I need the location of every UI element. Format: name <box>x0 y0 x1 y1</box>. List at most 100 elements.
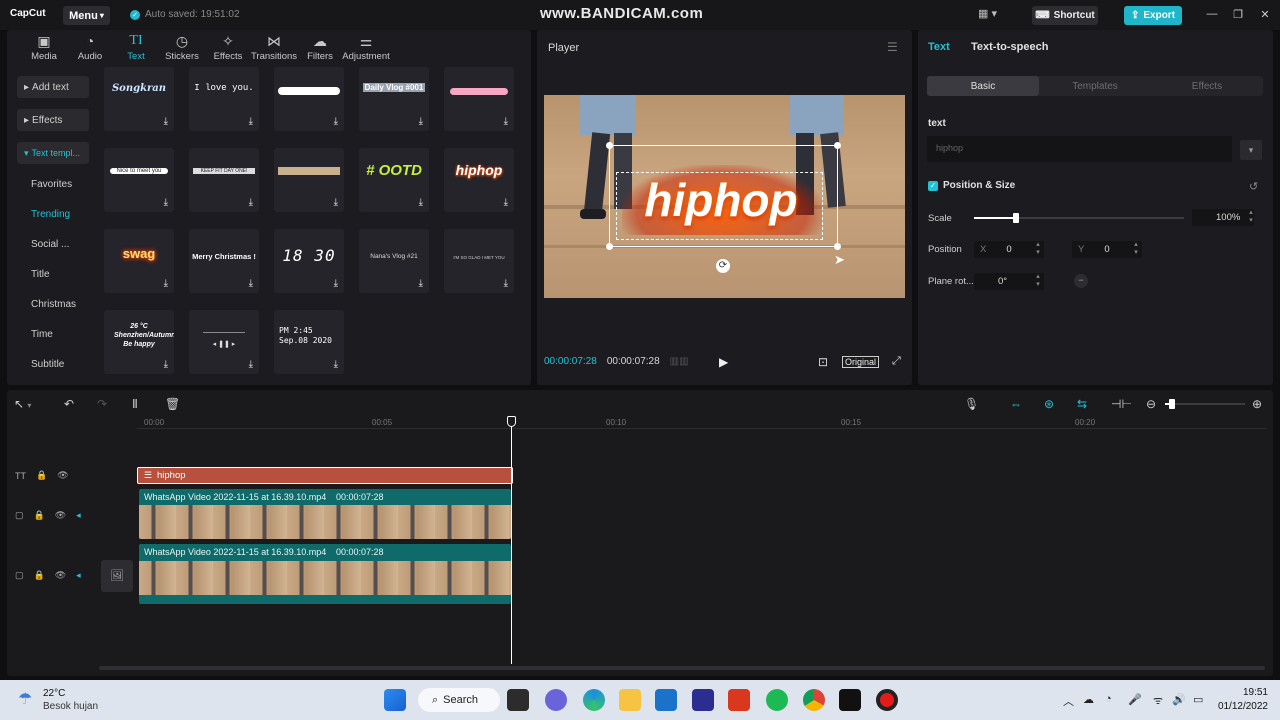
download-icon[interactable]: ⤓ <box>334 359 338 370</box>
template-tile[interactable]: hiphop ⤓ <box>444 148 514 212</box>
tool-stickers[interactable]: ◷ Stickers <box>159 30 205 66</box>
rotate-handle-icon[interactable]: ⟳ <box>716 259 730 273</box>
template-tile[interactable]: swag ⤓ <box>104 229 174 293</box>
clock-time[interactable]: 19:51 <box>1218 687 1268 698</box>
lock-icon[interactable]: 🔒 <box>34 510 45 521</box>
zoom-in-icon[interactable]: ⊕ <box>1252 397 1262 411</box>
download-icon[interactable]: ⤓ <box>419 116 423 127</box>
playhead-handle[interactable] <box>507 416 516 427</box>
office-icon[interactable] <box>728 689 750 711</box>
sidenav-text-templates[interactable]: ▾ Text templ... <box>17 142 89 164</box>
bandicam-icon[interactable] <box>876 689 898 711</box>
seg-effects[interactable]: Effects <box>1151 76 1263 96</box>
fullscreen-crop-icon[interactable]: ⊡ <box>818 355 828 369</box>
speaker-icon[interactable]: ◂ <box>76 510 81 521</box>
template-tile[interactable]: ⤓ <box>274 148 344 212</box>
mic-tray-icon[interactable]: 🎤 <box>1128 693 1142 706</box>
split-icon[interactable]: Ⅱ <box>132 397 138 411</box>
microphone-icon[interactable]: 🎙 <box>964 397 979 411</box>
wifi-icon[interactable]: ᯤ <box>1153 693 1163 708</box>
hamburger-icon[interactable]: ☰ <box>887 40 898 54</box>
volume-tray-icon[interactable]: ◔ <box>1105 693 1112 705</box>
clock-date[interactable]: 01/12/2022 <box>1208 701 1268 712</box>
rotation-dial-icon[interactable]: − <box>1074 274 1088 288</box>
minimize-icon[interactable]: — <box>1204 8 1220 22</box>
rotation-stepper-icon[interactable]: ▴ ▾ <box>1033 273 1043 290</box>
video-preview[interactable]: hiphop ⟳ ➤ <box>544 95 905 298</box>
speaker-icon[interactable]: ◂ <box>76 570 81 581</box>
category-subtitle[interactable]: Subtitle <box>17 349 89 379</box>
store-icon[interactable] <box>692 689 714 711</box>
preview-axis-icon[interactable]: ⊣⊢ <box>1111 397 1132 411</box>
template-tile[interactable]: ⤓ <box>274 67 344 131</box>
template-tile[interactable]: 18 30 ⤓ <box>274 229 344 293</box>
reset-icon[interactable]: ↺ <box>1249 180 1258 193</box>
linkage-icon[interactable]: ⇆ <box>1077 397 1087 411</box>
eye-icon[interactable]: 👁 <box>55 510 66 521</box>
mail-icon[interactable] <box>655 689 677 711</box>
download-icon[interactable]: ⤓ <box>504 116 508 127</box>
download-icon[interactable]: ⤓ <box>419 278 423 289</box>
text-clip[interactable]: ☰ hiphop <box>137 467 513 484</box>
eye-icon[interactable]: 👁 <box>55 570 66 581</box>
category-time[interactable]: Time <box>17 319 89 349</box>
video-clip[interactable]: WhatsApp Video 2022-11-15 at 16.39.10.mp… <box>139 544 511 604</box>
resize-handle[interactable] <box>606 142 613 149</box>
download-icon[interactable]: ⤓ <box>504 278 508 289</box>
play-icon[interactable]: ▶ <box>719 355 728 369</box>
speaker-tray-icon[interactable]: 🔊 <box>1172 693 1186 706</box>
x-stepper-icon[interactable]: ▴ ▾ <box>1033 241 1043 258</box>
playhead[interactable] <box>511 418 512 664</box>
seg-templates[interactable]: Templates <box>1039 76 1151 96</box>
download-icon[interactable]: ⤓ <box>164 278 168 289</box>
text-content-input[interactable]: hiphop <box>927 136 1232 162</box>
weather-desc[interactable]: Besok hujan <box>43 701 98 712</box>
timeline-grid-icon[interactable]: ▥▥ <box>670 356 689 367</box>
seg-basic[interactable]: Basic <box>927 76 1039 96</box>
auto-snapping-icon[interactable]: ⊛ <box>1044 397 1054 411</box>
zoom-out-icon[interactable]: ⊖ <box>1146 397 1156 411</box>
main-track-magnet-icon[interactable]: ⇔ <box>1010 397 1022 411</box>
download-icon[interactable]: ⤓ <box>249 197 253 208</box>
file-explorer-icon[interactable] <box>619 689 641 711</box>
export-button[interactable]: ⇪ Export <box>1124 6 1182 25</box>
lock-icon[interactable]: 🔒 <box>34 570 45 581</box>
network-sync-icon[interactable]: ☁ <box>1083 693 1094 706</box>
resize-handle[interactable] <box>834 142 841 149</box>
battery-icon[interactable]: ▭ <box>1193 693 1203 706</box>
timeline-scrollbar[interactable] <box>99 666 1265 670</box>
eye-icon[interactable]: 👁 <box>57 470 68 481</box>
download-icon[interactable]: ⤓ <box>334 197 338 208</box>
template-tile[interactable]: ◂ ❚❚ ▸ ⤓ <box>189 310 259 374</box>
tool-audio[interactable]: ◔ Audio <box>67 30 113 66</box>
download-icon[interactable]: ⤓ <box>164 197 168 208</box>
y-stepper-icon[interactable]: ▴ ▾ <box>1131 241 1141 258</box>
template-tile[interactable]: 26 °C Shenzhen/Autumn Be happy ⤓ <box>104 310 174 374</box>
download-icon[interactable]: ⤓ <box>164 116 168 127</box>
shortcut-button[interactable]: ⌨ Shortcut <box>1032 6 1098 25</box>
layout-icon[interactable]: ▦ ▾ <box>978 7 1004 23</box>
template-tile[interactable]: Nana's Vlog #21 ⤓ <box>359 229 429 293</box>
template-tile[interactable]: Daily Vlog #001 ⤓ <box>359 67 429 131</box>
resize-handle[interactable] <box>606 243 613 250</box>
task-view-icon[interactable] <box>507 689 529 711</box>
chat-icon[interactable] <box>545 689 567 711</box>
ratio-original-button[interactable]: Original <box>842 356 880 368</box>
windows-start-icon[interactable] <box>384 689 406 711</box>
tool-effects[interactable]: ✧ Effects <box>205 30 251 66</box>
tool-transitions[interactable]: ⋈ Transitions <box>251 30 297 66</box>
tool-media[interactable]: ▣ Media <box>21 30 67 66</box>
edge-icon[interactable] <box>583 689 605 711</box>
undo-icon[interactable]: ↶ <box>64 397 74 411</box>
scale-slider[interactable] <box>974 213 1184 223</box>
checkbox-checked-icon[interactable]: ✓ <box>928 180 938 191</box>
resize-handle[interactable] <box>834 243 841 250</box>
download-icon[interactable]: ⤓ <box>249 359 253 370</box>
template-tile[interactable]: Nice to meet you ⤓ <box>104 148 174 212</box>
download-icon[interactable]: ⤓ <box>334 116 338 127</box>
redo-icon[interactable]: ↷ <box>97 397 107 411</box>
sidenav-effects[interactable]: ▸ Effects <box>17 109 89 131</box>
template-tile[interactable]: Songkran ⤓ <box>104 67 174 131</box>
weather-temp[interactable]: 22°C <box>43 688 65 699</box>
text-dropdown-icon[interactable]: ▾ <box>1240 140 1262 160</box>
